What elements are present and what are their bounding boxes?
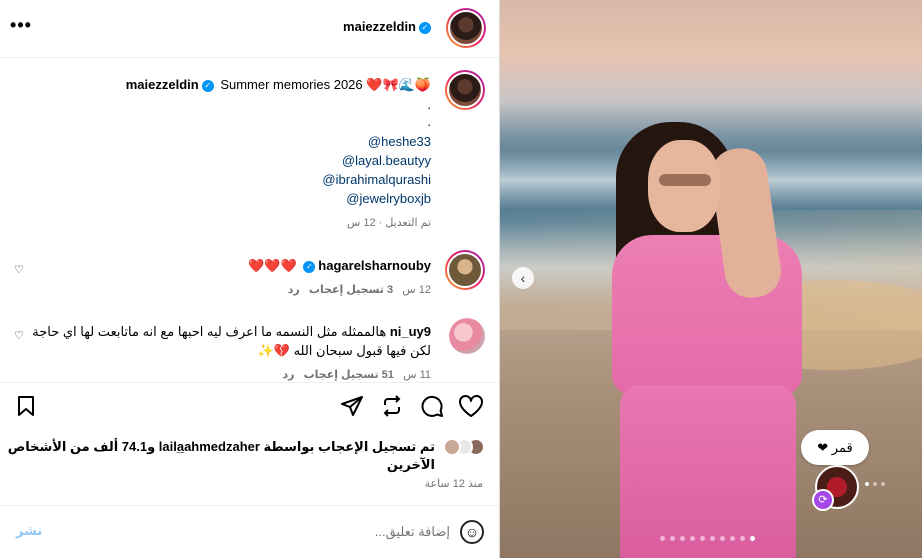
reply-button[interactable]: رد bbox=[282, 369, 294, 381]
caption-text: Summer memories 2026 ❤️🎀🌊🍑 bbox=[220, 77, 431, 92]
carousel-dot bbox=[740, 536, 745, 541]
carousel-dot bbox=[700, 536, 705, 541]
verified-icon: ✓ bbox=[303, 260, 316, 273]
comment-likes[interactable]: 3 تسجيل إعجاب bbox=[309, 284, 393, 296]
carousel-dot bbox=[670, 536, 675, 541]
comment-like-icon[interactable]: ♡ bbox=[14, 330, 26, 342]
mention-link[interactable]: @layal.beautyy bbox=[342, 153, 431, 168]
post-photo[interactable]: ‹ قمر ❤ ⟳ bbox=[500, 0, 922, 558]
repost-badge-icon: ⟳ bbox=[812, 489, 834, 511]
post-header: ••• maiezzeldin ✓ bbox=[0, 0, 499, 58]
repost-icon[interactable] bbox=[380, 394, 404, 425]
pink-dress-skirt bbox=[620, 385, 796, 558]
comment-username[interactable]: ni_uy9 bbox=[390, 324, 431, 339]
mention-link[interactable]: @heshe33 bbox=[368, 134, 431, 149]
header-username[interactable]: maiezzeldin ✓ bbox=[343, 19, 434, 34]
caption-avatar[interactable] bbox=[445, 70, 485, 110]
comment-avatar[interactable] bbox=[449, 318, 485, 354]
sunglasses bbox=[659, 174, 711, 186]
caption-line: maiezzeldin ✓ Summer memories 2026 ❤️🎀🌊🍑 bbox=[126, 77, 431, 93]
verified-icon: ✓ bbox=[201, 79, 214, 92]
carousel-dot-active bbox=[750, 536, 755, 541]
comment-meta: 11 س 51 تسجيل إعجاب رد bbox=[282, 368, 431, 381]
comment-avatar[interactable] bbox=[445, 250, 485, 290]
comment-icon[interactable] bbox=[420, 394, 444, 425]
share-icon[interactable] bbox=[340, 394, 364, 425]
caption-meta: تم التعديل · 12 س bbox=[346, 217, 431, 229]
comment-meta: 12 س 3 تسجيل إعجاب رد bbox=[288, 283, 431, 296]
carousel-indicator bbox=[660, 536, 755, 541]
instagram-post-view: ••• maiezzeldin ✓ maiezzeldin ✓ Summer mem… bbox=[0, 0, 922, 558]
woman-face bbox=[648, 140, 720, 232]
caption-dot: . bbox=[427, 114, 431, 129]
more-options-button[interactable]: ••• bbox=[10, 14, 32, 36]
comment-input[interactable] bbox=[60, 518, 450, 544]
reply-button[interactable]: رد bbox=[288, 284, 300, 296]
comment-username[interactable]: hagarelsharnouby bbox=[318, 258, 431, 273]
save-icon[interactable] bbox=[14, 394, 38, 425]
comment-like-icon[interactable]: ♡ bbox=[14, 264, 26, 276]
comment-time: 12 س bbox=[402, 284, 431, 296]
mention-link[interactable]: @jewelryboxjb bbox=[346, 191, 431, 206]
mention-link[interactable]: @ibrahimalqurashi bbox=[322, 172, 431, 187]
carousel-dot bbox=[690, 536, 695, 541]
carousel-dot bbox=[730, 536, 735, 541]
comment-text: ❤️❤️❤️ bbox=[248, 258, 297, 273]
carousel-dot bbox=[680, 536, 685, 541]
likes-summary[interactable]: تم تسجيل الإعجاب بواسطة laila̲ahmedzaher… bbox=[5, 438, 435, 474]
liker-avatar bbox=[443, 438, 461, 456]
previous-image-button[interactable]: ‹ bbox=[512, 267, 534, 289]
carousel-dot bbox=[720, 536, 725, 541]
comment-time: 11 س bbox=[403, 369, 431, 381]
post-time: منذ 12 ساعة bbox=[424, 478, 483, 490]
caption-username[interactable]: maiezzeldin bbox=[126, 77, 199, 92]
verified-icon: ✓ bbox=[419, 21, 431, 34]
add-comment-bar: نشر ☺ bbox=[0, 505, 499, 558]
divider bbox=[0, 382, 499, 383]
tag-indicator bbox=[865, 482, 885, 486]
emoji-icon[interactable]: ☺ bbox=[460, 520, 484, 544]
post-button[interactable]: نشر bbox=[16, 523, 42, 539]
caption-dot: . bbox=[427, 97, 431, 112]
comment-text: هالممثله مثل النسمه ما اعرف ليه احبها مع… bbox=[32, 324, 431, 358]
like-icon[interactable] bbox=[458, 394, 484, 425]
header-avatar[interactable] bbox=[446, 8, 486, 48]
comment-row: hagarelsharnouby✓ ❤️❤️❤️ bbox=[31, 256, 431, 275]
carousel-dot bbox=[710, 536, 715, 541]
comment-likes[interactable]: 51 تسجيل إعجاب bbox=[304, 369, 394, 381]
comments-pane: ••• maiezzeldin ✓ maiezzeldin ✓ Summer mem… bbox=[0, 0, 500, 558]
comment-row: ni_uy9 هالممثله مثل النسمه ما اعرف ليه ا… bbox=[11, 322, 431, 360]
tag-bubble[interactable]: قمر ❤ bbox=[801, 430, 869, 465]
carousel-dot bbox=[660, 536, 665, 541]
